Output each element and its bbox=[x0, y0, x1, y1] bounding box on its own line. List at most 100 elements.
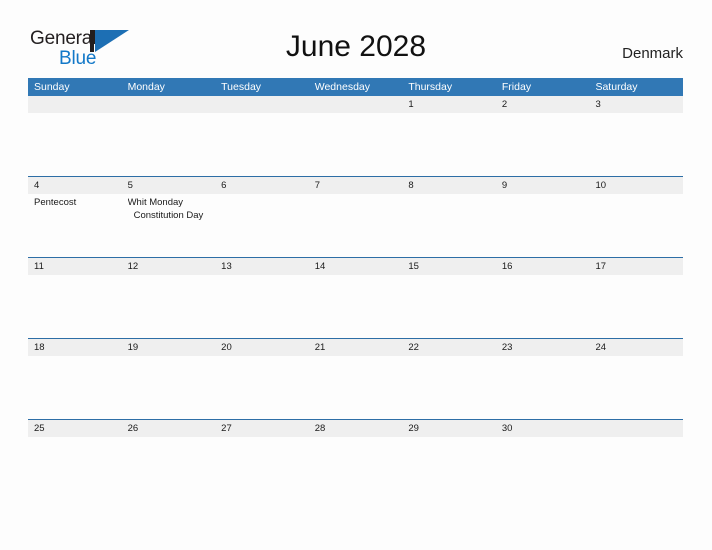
calendar-weeks: 1 2 3 4 5 6 7 8 9 10 Pentecost Whit Monday Constitut… bbox=[28, 96, 683, 500]
day-events-cell bbox=[496, 356, 590, 419]
day-number-cell[interactable]: 30 bbox=[496, 420, 590, 437]
day-events-cell bbox=[496, 275, 590, 338]
day-events-cell bbox=[402, 194, 496, 257]
day-number-cell[interactable]: 5 bbox=[122, 177, 216, 194]
page-header: General Blue June 2028 Denmark bbox=[0, 0, 712, 78]
week-event-band: Pentecost Whit Monday Constitution Day bbox=[28, 194, 683, 257]
week-date-band: 123 bbox=[28, 96, 683, 113]
day-number-cell[interactable]: 15 bbox=[402, 258, 496, 275]
day-events-cell bbox=[589, 437, 683, 500]
day-number-cell[interactable]: 21 bbox=[309, 339, 403, 356]
day-number-cell[interactable]: 23 bbox=[496, 339, 590, 356]
calendar-page: General Blue June 2028 Denmark Sunday Mo… bbox=[0, 0, 712, 550]
day-number-cell bbox=[215, 96, 309, 113]
calendar-week-row: 4 5 6 7 8 9 10 Pentecost Whit Monday Constitution… bbox=[28, 176, 683, 257]
day-number-cell[interactable]: 14 bbox=[309, 258, 403, 275]
day-events-cell bbox=[28, 356, 122, 419]
weekday-header-tuesday: Tuesday bbox=[221, 81, 262, 93]
week-event-band bbox=[28, 275, 683, 338]
day-events-cell bbox=[309, 194, 403, 257]
day-number-cell[interactable]: 22 bbox=[402, 339, 496, 356]
day-number-cell[interactable]: 28 bbox=[309, 420, 403, 437]
week-date-band: 25 26 27 28 29 30 bbox=[28, 420, 683, 437]
day-events-cell bbox=[122, 113, 216, 176]
day-number-cell[interactable]: 8 bbox=[402, 177, 496, 194]
day-events-cell bbox=[215, 437, 309, 500]
region-label: Denmark bbox=[622, 45, 683, 62]
day-events-cell bbox=[122, 437, 216, 500]
day-events-cell bbox=[122, 356, 216, 419]
day-number-cell bbox=[589, 420, 683, 437]
day-events-cell bbox=[589, 194, 683, 257]
page-title: June 2028 bbox=[285, 30, 427, 63]
day-number-cell[interactable]: 25 bbox=[28, 420, 122, 437]
day-number-cell[interactable]: 4 bbox=[28, 177, 122, 194]
day-number-cell bbox=[122, 96, 216, 113]
day-number-cell[interactable]: 3 bbox=[589, 96, 683, 113]
calendar-week-row: 123 bbox=[28, 96, 683, 176]
calendar-grid: Sunday Monday Tuesday Wednesday Thursday… bbox=[28, 78, 683, 500]
holiday-event-label: Constitution Day bbox=[133, 209, 204, 221]
day-events-cell bbox=[215, 194, 309, 257]
day-events-cell bbox=[122, 275, 216, 338]
holiday-event-label: Whit Monday bbox=[127, 197, 184, 208]
day-number-cell[interactable]: 1 bbox=[402, 96, 496, 113]
week-event-band bbox=[28, 113, 683, 176]
day-events-cell bbox=[496, 194, 590, 257]
day-number-cell[interactable]: 10 bbox=[589, 177, 683, 194]
weekday-header-thursday: Thursday bbox=[408, 81, 453, 93]
week-event-band bbox=[28, 356, 683, 419]
weekday-header-sunday: Sunday bbox=[34, 81, 70, 93]
day-events-cell bbox=[309, 437, 403, 500]
day-events-cell bbox=[309, 275, 403, 338]
day-events-cell bbox=[402, 113, 496, 176]
weekday-header-row: Sunday Monday Tuesday Wednesday Thursday… bbox=[28, 78, 683, 96]
calendar-week-row: 18 19 20 21 22 23 24 bbox=[28, 338, 683, 419]
day-events-cell bbox=[402, 356, 496, 419]
day-events-cell bbox=[589, 356, 683, 419]
day-number-cell[interactable]: 19 bbox=[122, 339, 216, 356]
day-number-cell[interactable]: 29 bbox=[402, 420, 496, 437]
day-number-cell bbox=[309, 96, 403, 113]
day-events-cell bbox=[496, 437, 590, 500]
day-events-cell bbox=[402, 275, 496, 338]
calendar-week-row: 25 26 27 28 29 30 bbox=[28, 419, 683, 500]
day-number-cell bbox=[28, 96, 122, 113]
day-number-cell[interactable]: 26 bbox=[122, 420, 216, 437]
day-number-cell[interactable]: 17 bbox=[589, 258, 683, 275]
day-events-cell bbox=[215, 275, 309, 338]
weekday-header-saturday: Saturday bbox=[595, 81, 638, 93]
day-events-cell bbox=[215, 113, 309, 176]
day-events-cell bbox=[309, 356, 403, 419]
day-events-cell bbox=[215, 356, 309, 419]
day-events-cell: Pentecost bbox=[28, 194, 122, 257]
week-date-band: 4 5 6 7 8 9 10 bbox=[28, 177, 683, 194]
day-number-cell[interactable]: 27 bbox=[215, 420, 309, 437]
week-date-band: 18 19 20 21 22 23 24 bbox=[28, 339, 683, 356]
day-events-cell bbox=[28, 275, 122, 338]
day-number-cell[interactable]: 16 bbox=[496, 258, 590, 275]
day-events-cell: Whit Monday Constitution Day bbox=[122, 194, 216, 257]
calendar-week-row: 11 12 13 14 15 16 17 bbox=[28, 257, 683, 338]
day-events-cell bbox=[496, 113, 590, 176]
day-number-cell[interactable]: 20 bbox=[215, 339, 309, 356]
day-number-cell[interactable]: 7 bbox=[309, 177, 403, 194]
weekday-header-friday: Friday bbox=[501, 81, 532, 93]
day-number-cell[interactable]: 2 bbox=[496, 96, 590, 113]
day-number-cell[interactable]: 24 bbox=[589, 339, 683, 356]
day-events-cell bbox=[28, 113, 122, 176]
weekday-header-monday: Monday bbox=[127, 81, 165, 93]
day-number-cell[interactable]: 11 bbox=[28, 258, 122, 275]
day-number-cell[interactable]: 18 bbox=[28, 339, 122, 356]
day-number-cell[interactable]: 9 bbox=[496, 177, 590, 194]
day-events-cell bbox=[309, 113, 403, 176]
holiday-event-label: Pentecost bbox=[34, 197, 77, 208]
week-event-band bbox=[28, 437, 683, 500]
day-number-cell[interactable]: 6 bbox=[215, 177, 309, 194]
weekday-header-wednesday: Wednesday bbox=[314, 81, 370, 93]
day-number-cell[interactable]: 12 bbox=[122, 258, 216, 275]
day-events-cell bbox=[28, 437, 122, 500]
day-number-cell[interactable]: 13 bbox=[215, 258, 309, 275]
day-events-cell bbox=[589, 113, 683, 176]
day-events-cell bbox=[402, 437, 496, 500]
